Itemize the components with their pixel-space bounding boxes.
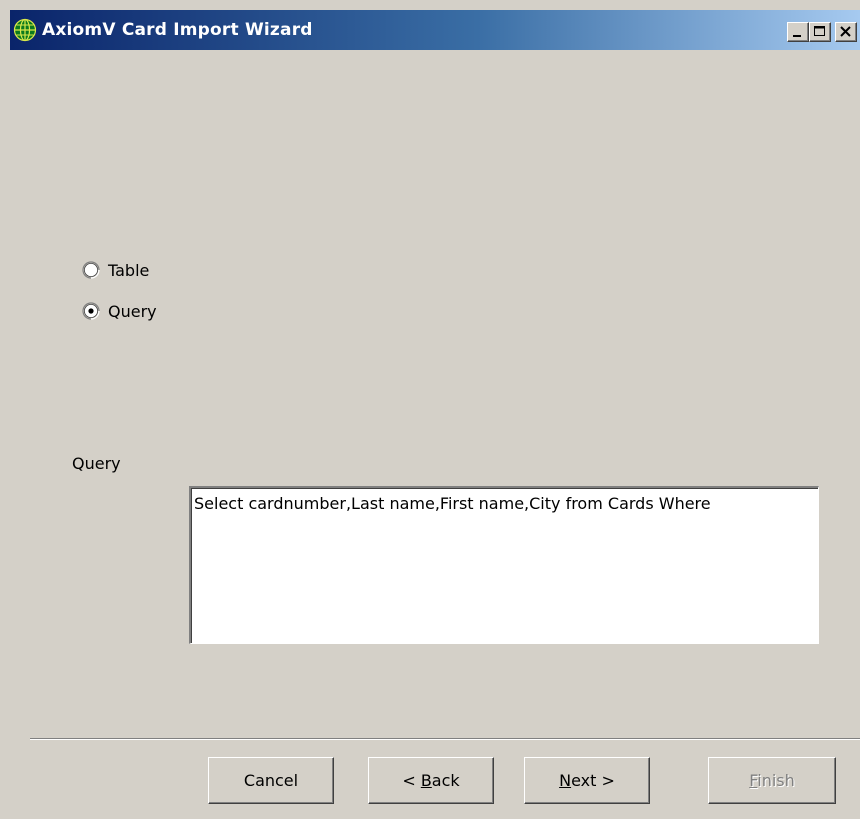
back-accel: B (420, 771, 432, 790)
title-bar[interactable]: AxiomV Card Import Wizard (10, 10, 860, 50)
minimize-icon (793, 35, 801, 37)
query-label: Query (72, 454, 121, 473)
radio-table-label: Table (108, 260, 150, 280)
separator (30, 738, 860, 740)
cancel-label: Cancel (243, 771, 299, 790)
maximize-button[interactable] (809, 22, 831, 42)
maximize-icon (814, 26, 825, 36)
radio-query-icon[interactable] (82, 302, 100, 320)
query-text: Select cardnumber,Last name,First name,C… (194, 494, 711, 513)
radio-query-label: Query (108, 301, 157, 321)
radio-query-option[interactable]: Query (82, 300, 157, 322)
next-label-rest: ext > (571, 771, 615, 790)
close-icon (840, 26, 851, 37)
query-textarea[interactable]: Select cardnumber,Last name,First name,C… (189, 486, 819, 644)
cancel-button[interactable]: Cancel (208, 757, 334, 804)
minimize-button[interactable] (787, 22, 809, 42)
back-label-prefix: < (402, 771, 421, 790)
radio-table-icon[interactable] (82, 261, 100, 279)
globe-icon (13, 18, 37, 42)
window-title: AxiomV Card Import Wizard (42, 20, 313, 40)
next-accel: N (559, 771, 572, 790)
back-button[interactable]: < Back (368, 757, 494, 804)
card-import-wizard-window: AxiomV Card Import Wizard Table Query Qu… (0, 0, 860, 819)
back-label-rest: ack (431, 771, 460, 790)
next-button[interactable]: Next > (524, 757, 650, 804)
finish-label-rest: inish (757, 771, 795, 790)
radio-table-option[interactable]: Table (82, 259, 149, 281)
close-button[interactable] (835, 22, 857, 42)
finish-button[interactable]: Finish (708, 757, 836, 804)
